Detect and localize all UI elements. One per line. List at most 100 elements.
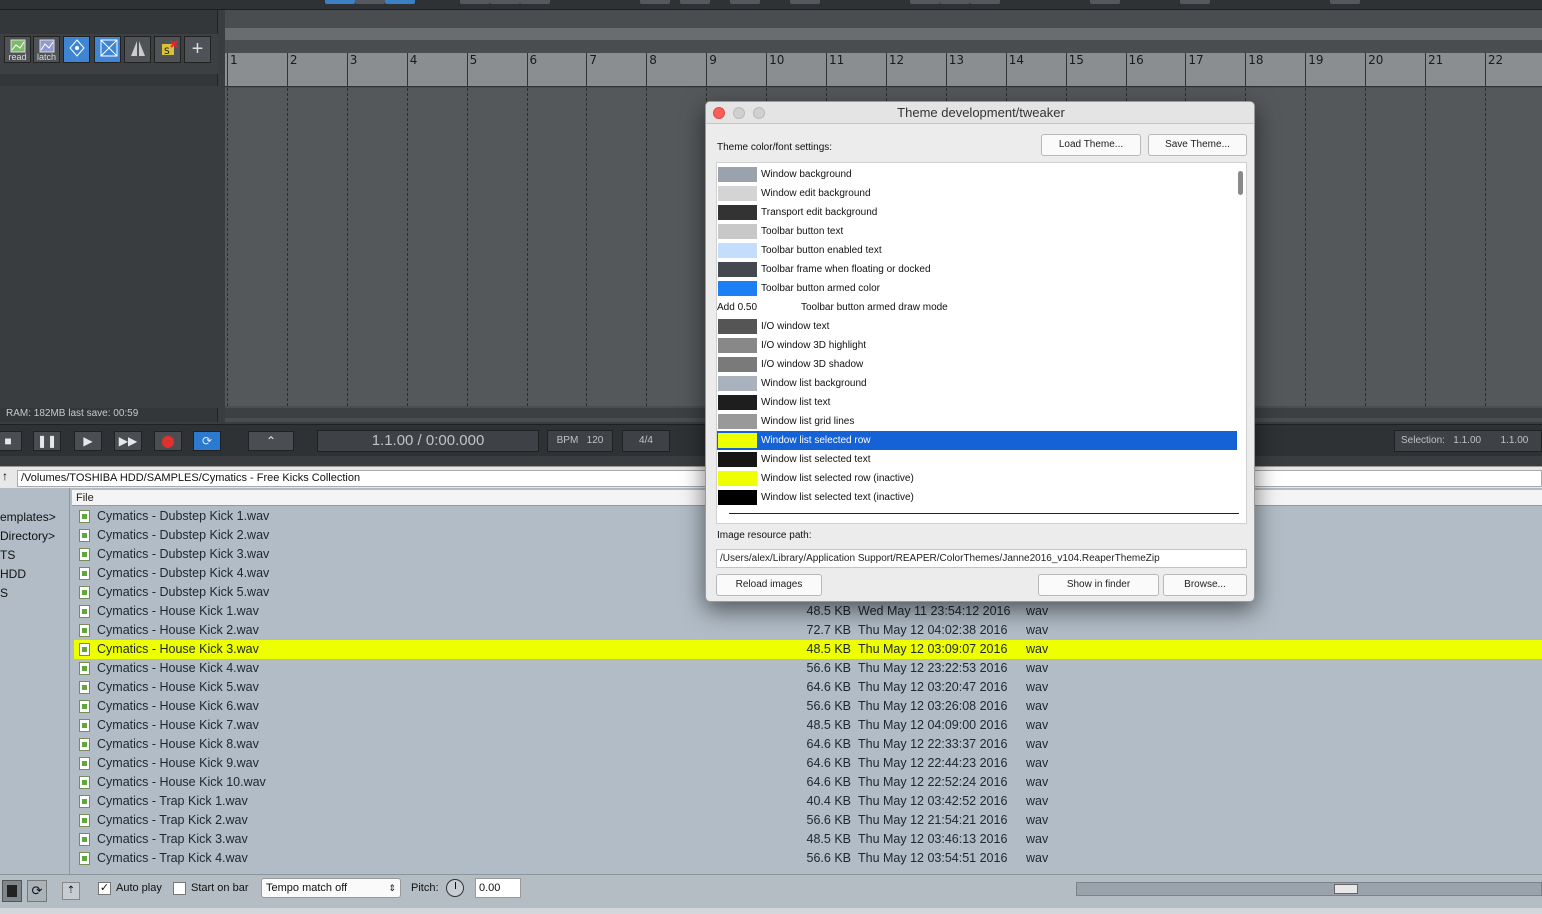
toolbar-button[interactable] (1180, 0, 1210, 4)
start-on-bar-checkbox[interactable] (173, 882, 186, 895)
volume-slider-thumb[interactable] (1334, 884, 1358, 894)
pitch-knob[interactable] (446, 879, 464, 897)
bpm-display[interactable]: BPM 120 (547, 430, 613, 452)
file-row[interactable]: Cymatics - House Kick 7.wav 48.5 KB Thu Ma… (74, 716, 1542, 735)
latch-mode-button[interactable]: latch (33, 36, 60, 63)
file-row[interactable]: Cymatics - House Kick 5.wav 64.6 KB Thu Ma… (74, 678, 1542, 697)
save-theme-button[interactable]: Save Theme... (1148, 134, 1247, 156)
color-swatch[interactable] (718, 167, 757, 182)
color-swatch[interactable] (718, 243, 757, 258)
theme-color-row[interactable]: Transport edit background (717, 203, 1237, 222)
color-swatch[interactable] (718, 319, 757, 334)
tempo-match-select[interactable]: Tempo match off ⇕ (261, 878, 401, 898)
toolbar-button[interactable] (520, 0, 550, 4)
envelope-points-button[interactable] (63, 36, 90, 63)
color-swatch[interactable] (718, 452, 757, 467)
reload-images-button[interactable]: Reload images (716, 574, 822, 596)
color-swatch[interactable] (718, 376, 757, 391)
record-button[interactable]: ⬤ (154, 431, 182, 451)
directory-item[interactable]: emplates> (0, 510, 56, 524)
snap-button[interactable]: S (154, 36, 181, 63)
color-swatch[interactable] (718, 433, 757, 448)
toolbar-button[interactable] (940, 0, 970, 4)
theme-color-row[interactable]: Add 0.50 Toolbar button armed draw mode (717, 298, 1237, 317)
dialog-titlebar[interactable]: Theme development/tweaker (706, 102, 1254, 124)
stop-preview-button[interactable] (2, 880, 22, 902)
theme-color-row[interactable]: Window list selected text (inactive) (717, 488, 1237, 507)
file-row[interactable]: Cymatics - Trap Kick 4.wav 56.6 KB Thu May… (74, 849, 1542, 868)
directory-item[interactable]: S (0, 586, 8, 600)
color-swatch[interactable] (718, 338, 757, 353)
theme-color-row[interactable]: Window background (717, 165, 1237, 184)
theme-color-row[interactable]: Window list grid lines (717, 412, 1237, 431)
theme-color-row[interactable]: I/O window 3D shadow (717, 355, 1237, 374)
toolbar-button[interactable] (680, 0, 710, 4)
file-row[interactable]: Cymatics - House Kick 9.wav 64.6 KB Thu Ma… (74, 754, 1542, 773)
play-button[interactable]: ▶ (74, 431, 102, 451)
color-swatch[interactable] (718, 414, 757, 429)
timeline-ruler[interactable]: 1 2 3 4 5 6 7 8 9 10 11 12 13 14 15 16 17 18 19 20 21 22 (225, 53, 1542, 87)
color-swatch[interactable] (718, 281, 757, 296)
directory-item[interactable]: HDD (0, 567, 26, 581)
color-swatch[interactable] (718, 471, 757, 486)
color-swatch[interactable] (718, 224, 757, 239)
file-row[interactable]: Cymatics - House Kick 6.wav 56.6 KB Thu Ma… (74, 697, 1542, 716)
theme-color-row[interactable]: Toolbar button armed color (717, 279, 1237, 298)
theme-color-list[interactable]: Window background Window edit background T… (716, 162, 1247, 524)
file-row[interactable]: Cymatics - Trap Kick 1.wav 40.4 KB Thu May… (74, 792, 1542, 811)
pitch-field[interactable]: 0.00 (475, 878, 521, 898)
color-swatch[interactable] (718, 357, 757, 372)
time-signature[interactable]: 4/4 (622, 430, 670, 452)
selection-display[interactable]: Selection: 1.1.00 1.1.00 (1394, 430, 1542, 452)
theme-color-row[interactable]: Toolbar frame when floating or docked (717, 260, 1237, 279)
theme-color-row[interactable]: Toolbar button text (717, 222, 1237, 241)
stop-button[interactable]: ■ (0, 431, 22, 451)
toolbar-button[interactable] (1330, 0, 1360, 4)
theme-color-row[interactable]: Window edit background (717, 184, 1237, 203)
file-row[interactable]: Cymatics - House Kick 4.wav 56.6 KB Thu Ma… (74, 659, 1542, 678)
theme-color-row[interactable]: Toolbar button enabled text (717, 241, 1237, 260)
color-swatch[interactable] (718, 205, 757, 220)
draw-mode-value[interactable]: Add 0.50 (717, 298, 757, 317)
toolbar-button[interactable] (640, 0, 670, 4)
loop-preview-button[interactable]: ⟳ (27, 880, 47, 902)
repeat-button[interactable]: ⟳ (193, 431, 221, 451)
toolbar-button[interactable] (460, 0, 490, 4)
crossfade-button[interactable] (94, 36, 121, 63)
theme-color-row[interactable]: Window list text (717, 393, 1237, 412)
position-display[interactable]: 1.1.00 / 0:00.000 (317, 430, 539, 452)
toolbar-button[interactable] (910, 0, 940, 4)
file-row[interactable]: Cymatics - House Kick 1.wav 48.5 KB Wed Ma… (74, 602, 1542, 621)
browse-button[interactable]: Browse... (1163, 574, 1247, 596)
resource-path-field[interactable]: /Users/alex/Library/Application Support/… (716, 549, 1247, 568)
file-row[interactable]: Cymatics - Trap Kick 3.wav 48.5 KB Thu May… (74, 830, 1542, 849)
theme-color-row[interactable]: Window list background (717, 374, 1237, 393)
directory-item[interactable]: Directory> (0, 529, 55, 543)
pin-button[interactable]: ⇡ (62, 882, 80, 900)
envelope-mode-button[interactable]: ⌃ (248, 431, 294, 451)
directory-item[interactable]: TS (0, 548, 15, 562)
split-button[interactable] (124, 36, 151, 63)
file-row[interactable]: Cymatics - House Kick 3.wav 48.5 KB Thu Ma… (74, 640, 1542, 659)
show-in-finder-button[interactable]: Show in finder (1038, 574, 1159, 596)
theme-color-row[interactable]: Window list selected row (inactive) (717, 469, 1237, 488)
add-button[interactable]: + (184, 36, 211, 63)
toolbar-button[interactable] (325, 0, 355, 4)
toolbar-button[interactable] (490, 0, 520, 4)
auto-play-checkbox[interactable]: ✓ (98, 882, 111, 895)
color-swatch[interactable] (718, 395, 757, 410)
forward-button[interactable]: ▶▶ (114, 431, 142, 451)
file-row[interactable]: Cymatics - Trap Kick 2.wav 56.6 KB Thu May… (74, 811, 1542, 830)
file-row[interactable]: Cymatics - House Kick 2.wav 72.7 KB Thu Ma… (74, 621, 1542, 640)
color-swatch[interactable] (718, 490, 757, 505)
color-swatch[interactable] (718, 186, 757, 201)
file-row[interactable]: Cymatics - House Kick 10.wav 64.6 KB Thu M… (74, 773, 1542, 792)
track-list-empty[interactable] (0, 86, 218, 408)
theme-color-row[interactable]: Window list selected text (717, 450, 1237, 469)
marker-lane[interactable] (225, 28, 1542, 40)
toolbar-button[interactable] (1090, 0, 1120, 4)
pause-button[interactable]: ❚❚ (33, 431, 61, 451)
toolbar-button[interactable] (355, 0, 385, 4)
list-scrollbar[interactable] (1238, 171, 1243, 195)
load-theme-button[interactable]: Load Theme... (1041, 134, 1141, 156)
